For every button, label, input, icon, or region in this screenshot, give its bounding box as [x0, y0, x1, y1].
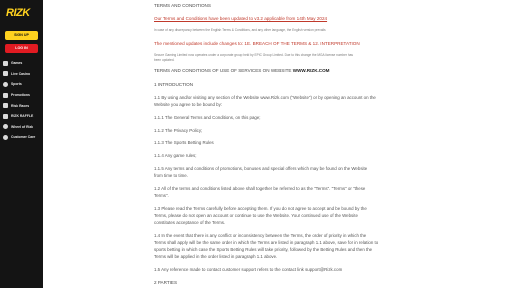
- clause-1-2-continued: Terms".: [154, 193, 169, 198]
- website-link[interactable]: WWW.RIZK.COM: [293, 68, 330, 73]
- page-title: TERMS AND CONDITIONS: [154, 3, 211, 8]
- section-1-heading: 1 INTRODUCTION: [154, 82, 194, 87]
- license-note-continued: been updated.: [154, 58, 175, 62]
- terms-of-use-heading: TERMS AND CONDITIONS OF USE OF SERVICES …: [154, 68, 330, 74]
- clause-1-3-line-3: constitutes acceptance of the Terms.: [154, 220, 226, 225]
- clause-1-1-4: 1.1.4 Any game rules;: [154, 153, 197, 158]
- sidebar-nav: Games Live Casino Sports Promotions Risk…: [0, 58, 43, 143]
- sidebar-item-label: Promotions: [11, 93, 30, 98]
- live-casino-icon: [3, 71, 8, 77]
- races-icon: [3, 103, 8, 109]
- sidebar-item-label: Sports: [11, 82, 22, 87]
- clause-1-1-5-continued: from time to time.: [154, 173, 188, 178]
- section-2-heading: 2 PARTIES: [154, 280, 178, 285]
- discrepancy-note: In case of any discrepancy between the E…: [154, 28, 326, 32]
- clause-1-4-line-3: sports betting in which case the Sports …: [154, 247, 373, 252]
- rizk-logo[interactable]: RIZK: [6, 7, 36, 19]
- clause-1-1-1: 1.1.1 The General Terms and Conditions, …: [154, 115, 261, 120]
- sidebar-item-sports[interactable]: Sports: [0, 79, 43, 90]
- clause-1-3-line-2: Terms, please do not open an account or …: [154, 213, 358, 218]
- sidebar-item-risk-races[interactable]: Risk Races: [0, 100, 43, 111]
- clause-1-1-3: 1.1.3 The Sports Betting Rules: [154, 140, 214, 145]
- raffle-icon: [3, 113, 8, 119]
- changes-notice: The mentioned updates include changes to…: [154, 41, 360, 46]
- sidebar-item-label: Live Casino: [11, 71, 31, 76]
- sidebar-item-label: RIZK RAFFLE: [11, 114, 34, 119]
- sports-icon: [3, 81, 8, 87]
- games-icon: [3, 60, 8, 66]
- terms-updated-link[interactable]: Our Terms and Conditions have been updat…: [154, 16, 327, 22]
- sidebar-item-label: Wheel of Rizk: [11, 124, 34, 129]
- sidebar-item-promotions[interactable]: Promotions: [0, 90, 43, 101]
- sidebar-item-label: Games: [11, 61, 23, 66]
- terms-content: TERMS AND CONDITIONS Our Terms and Condi…: [154, 0, 378, 288]
- sidebar-item-label: Risk Races: [11, 103, 30, 108]
- clause-1-4: 1.4 In the event that there is any confl…: [154, 233, 367, 238]
- sign-up-button[interactable]: SIGN UP: [5, 31, 38, 40]
- sidebar-item-wheel-of-rizk[interactable]: Wheel of Rizk: [0, 122, 43, 133]
- clause-1-4-line-2: Terms shall apply will be the same order…: [154, 240, 379, 245]
- log-in-button[interactable]: LOG IN: [5, 44, 38, 53]
- sidebar-item-label: Customer Care: [11, 135, 36, 140]
- clause-1-2: 1.2 All of the terms and conditions list…: [154, 186, 366, 191]
- sidebar-item-customer-care[interactable]: Customer Care: [0, 132, 43, 143]
- clause-1-5: 1.5 Any reference made to contact custom…: [154, 267, 343, 272]
- sidebar-item-rizk-raffle[interactable]: RIZK RAFFLE: [0, 111, 43, 122]
- wheel-icon: [3, 124, 8, 130]
- sidebar-item-games[interactable]: Games: [0, 58, 43, 69]
- clause-1-1: 1.1 By using and/or visiting any section…: [154, 95, 376, 100]
- promotions-icon: [3, 92, 8, 98]
- sidebar: RIZK SIGN UP LOG IN Games Live Casino Sp…: [0, 0, 43, 288]
- sidebar-item-live-casino[interactable]: Live Casino: [0, 69, 43, 80]
- clause-1-1-5: 1.1.5 Any terms and conditions of promot…: [154, 166, 368, 171]
- terms-of-use-heading-text: TERMS AND CONDITIONS OF USE OF SERVICES …: [154, 68, 293, 73]
- clause-1-4-line-4: Terms will be applied in the order liste…: [154, 254, 278, 259]
- clause-1-3: 1.3 Please read the Terms carefully befo…: [154, 206, 367, 211]
- customer-care-icon: [3, 134, 8, 140]
- license-note: Secure Gaming Limited now operates under…: [154, 53, 353, 57]
- clause-1-1-continued: Website you agree to be bound by:: [154, 102, 223, 107]
- clause-1-1-2: 1.1.2 The Privacy Policy;: [154, 128, 203, 133]
